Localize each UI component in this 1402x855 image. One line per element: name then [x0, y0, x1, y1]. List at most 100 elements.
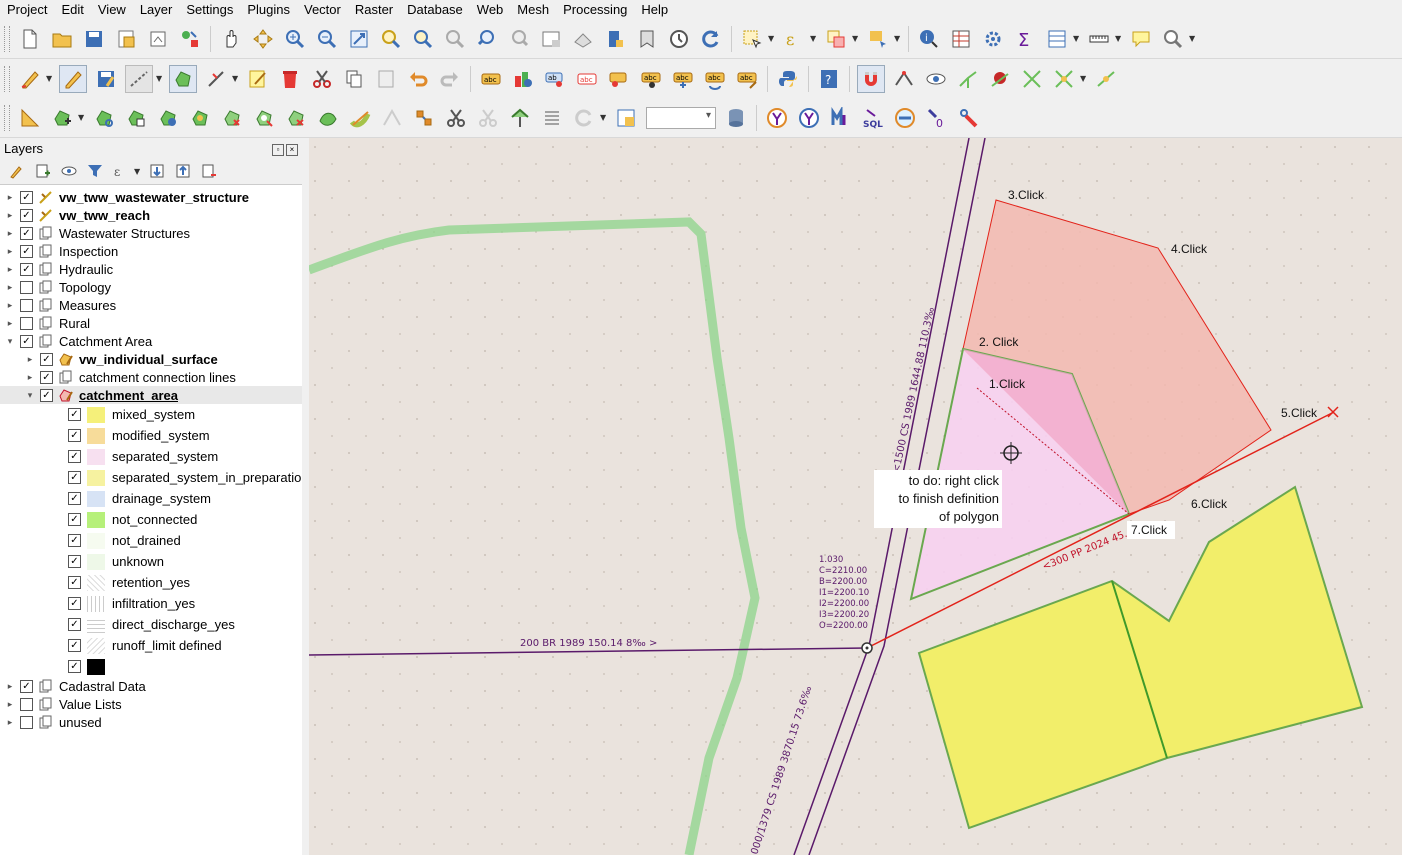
legend-checkbox[interactable]: ✓	[68, 471, 81, 484]
toolbar-grip[interactable]	[4, 65, 10, 92]
layer-row[interactable]: ▸ ✓ Wastewater Structures	[0, 224, 302, 242]
snapping-self-icon[interactable]	[1051, 66, 1077, 92]
layer-visibility-checkbox[interactable]	[20, 316, 33, 330]
add-group-icon[interactable]	[33, 161, 53, 181]
show-hide-labels-icon[interactable]: abc	[638, 66, 664, 92]
legend-checkbox[interactable]: ✓	[68, 618, 81, 631]
collapse-all-icon[interactable]	[173, 161, 193, 181]
offset-curve-icon[interactable]	[315, 105, 341, 131]
layer-diagram-icon[interactable]	[510, 66, 536, 92]
expand-arrow-icon[interactable]: ▸	[24, 372, 36, 383]
legend-checkbox[interactable]: ✓	[68, 408, 81, 421]
layer-row[interactable]: ▸ unused	[0, 713, 302, 731]
snapping-tracing-icon[interactable]	[955, 66, 981, 92]
expand-arrow-icon[interactable]: ▸	[24, 354, 36, 365]
menu-database[interactable]: Database	[400, 2, 470, 17]
attribute-table-icon[interactable]	[948, 26, 974, 52]
legend-checkbox[interactable]: ✓	[68, 639, 81, 652]
layer-row[interactable]: ▸ Topology	[0, 278, 302, 296]
expand-arrow-icon[interactable]: ▸	[4, 210, 16, 221]
collapse-arrow-icon[interactable]: ▾	[24, 390, 36, 401]
snapping-topology-icon[interactable]	[987, 66, 1013, 92]
zoom-to-selection-icon[interactable]	[378, 26, 404, 52]
layer-row[interactable]: ▸ Rural	[0, 314, 302, 332]
advanced-digitizing-icon[interactable]	[17, 105, 43, 131]
panel-splitter[interactable]	[302, 138, 309, 855]
layer-row[interactable]: ▸ Measures	[0, 296, 302, 314]
dropdown-arrow[interactable]: ▼	[1115, 26, 1123, 52]
node-zero-icon[interactable]: 0	[924, 105, 950, 131]
menu-raster[interactable]: Raster	[348, 2, 400, 17]
legend-item[interactable]: ✓ retention_yes	[0, 572, 302, 593]
expand-arrow-icon[interactable]: ▸	[4, 318, 16, 329]
layer-row[interactable]: ▸ ✓ vw_tww_reach	[0, 206, 302, 224]
legend-item[interactable]: ✓ unknown	[0, 551, 302, 572]
layer-row[interactable]: ▸ ✓ Cadastral Data	[0, 677, 302, 695]
legend-item[interactable]: ✓ direct_discharge_yes	[0, 614, 302, 635]
legend-checkbox[interactable]: ✓	[68, 597, 81, 610]
highlight-pinned-labels-icon[interactable]: abc	[574, 66, 600, 92]
database-icon[interactable]	[723, 105, 749, 131]
open-table-icon[interactable]	[1044, 26, 1070, 52]
legend-checkbox[interactable]: ✓	[68, 492, 81, 505]
new-project-icon[interactable]	[17, 26, 43, 52]
menu-mesh[interactable]: Mesh	[510, 2, 556, 17]
layer-visibility-checkbox[interactable]: ✓	[40, 352, 53, 366]
help-icon[interactable]: ?	[816, 66, 842, 92]
layer-visibility-checkbox[interactable]: ✓	[20, 190, 33, 204]
legend-item[interactable]: ✓ runoff_limit defined	[0, 635, 302, 656]
menu-plugins[interactable]: Plugins	[240, 2, 297, 17]
merge-features-icon[interactable]	[443, 105, 469, 131]
reverse-line-icon[interactable]	[571, 105, 597, 131]
legend-item[interactable]: ✓ mixed_system	[0, 404, 302, 425]
copy-features-icon[interactable]	[341, 66, 367, 92]
layer-visibility-checkbox[interactable]: ✓	[40, 388, 53, 402]
legend-item[interactable]: ✓ not_connected	[0, 509, 302, 530]
filter-legend-icon[interactable]	[85, 161, 105, 181]
toolbar-grip[interactable]	[4, 25, 10, 52]
layer-labeling-icon[interactable]: abc	[478, 66, 504, 92]
legend-item[interactable]: ✓ separated_system	[0, 446, 302, 467]
expand-all-icon[interactable]	[147, 161, 167, 181]
dropdown-arrow[interactable]: ▼	[46, 66, 54, 92]
expand-arrow-icon[interactable]: ▸	[4, 282, 16, 293]
dropdown-arrow[interactable]: ▼	[852, 26, 860, 52]
menu-processing[interactable]: Processing	[556, 2, 634, 17]
rotate-feature-icon[interactable]	[91, 105, 117, 131]
statistics-sigma-icon[interactable]: Σ	[1012, 26, 1038, 52]
legend-item[interactable]: ✓ not_drained	[0, 530, 302, 551]
modify-attributes-icon[interactable]	[245, 66, 271, 92]
menu-project[interactable]: Project	[0, 2, 54, 17]
simplify-feature-icon[interactable]	[123, 105, 149, 131]
field-selector-combo[interactable]	[646, 106, 716, 129]
temporal-controller-icon[interactable]	[666, 26, 692, 52]
layer-visibility-checkbox[interactable]: ✓	[20, 679, 33, 693]
float-panel-icon[interactable]: ▫	[272, 144, 284, 156]
zoom-in-icon[interactable]	[282, 26, 308, 52]
expand-arrow-icon[interactable]: ▸	[4, 717, 16, 728]
new-map-view-icon[interactable]	[538, 26, 564, 52]
tww-downstream-icon[interactable]	[796, 105, 822, 131]
layer-visibility-checkbox[interactable]	[20, 298, 33, 312]
select-location-icon[interactable]	[865, 26, 891, 52]
expand-arrow-icon[interactable]: ▸	[4, 264, 16, 275]
zoom-native-icon[interactable]	[442, 26, 468, 52]
snapping-magnet-icon[interactable]	[857, 64, 885, 93]
dropdown-arrow[interactable]: ▼	[600, 105, 608, 131]
menu-view[interactable]: View	[91, 2, 133, 17]
snapping-view-icon[interactable]	[923, 66, 949, 92]
add-line-feature-icon[interactable]	[125, 64, 153, 93]
legend-checkbox[interactable]: ✓	[68, 576, 81, 589]
redo-icon[interactable]	[437, 66, 463, 92]
delete-selected-icon[interactable]	[277, 66, 303, 92]
map-canvas[interactable]: <1500 CS 1989 1644.88 110.3‰ 000/1379 CS…	[309, 138, 1402, 855]
sql-query-icon[interactable]: SQL	[860, 105, 886, 131]
collapse-arrow-icon[interactable]: ▾	[4, 336, 16, 347]
layer-row[interactable]: ▸ ✓ catchment connection lines	[0, 368, 302, 386]
dropdown-arrow[interactable]: ▼	[1080, 66, 1088, 92]
dropdown-arrow[interactable]: ▼	[156, 66, 164, 92]
merge-selected-icon[interactable]	[475, 105, 501, 131]
change-label-icon[interactable]: abc	[734, 66, 760, 92]
measure-line-icon[interactable]	[1086, 26, 1112, 52]
pan-to-selection-icon[interactable]	[250, 26, 276, 52]
